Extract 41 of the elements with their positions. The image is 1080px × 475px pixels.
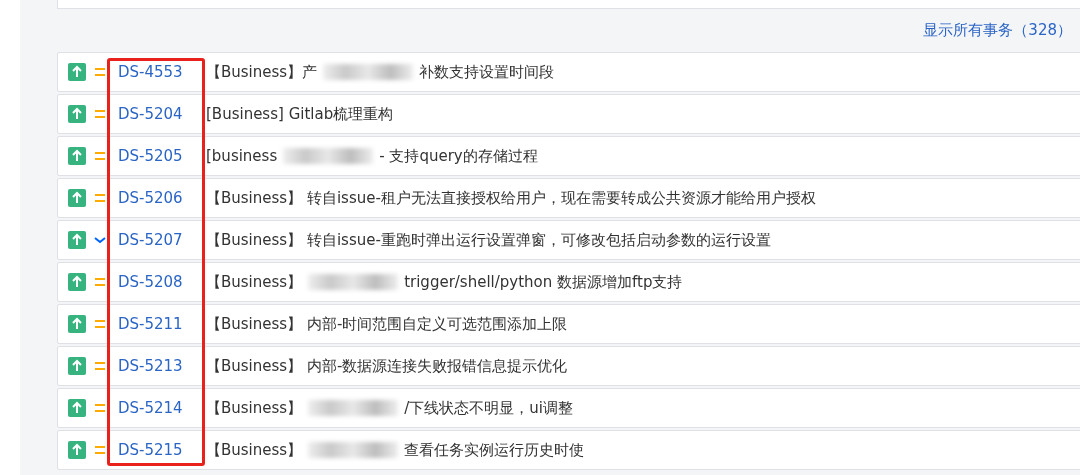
equals-icon — [94, 277, 106, 287]
issue-summary: [business - 支持query的存储过程 — [206, 146, 538, 166]
issue-key-link[interactable]: DS-5215 — [118, 441, 206, 459]
issue-summary: 【Business】 内部-数据源连接失败报错信息提示优化 — [206, 356, 568, 376]
issue-key-link[interactable]: DS-5207 — [118, 231, 206, 249]
issue-summary: 【Business】 /下线状态不明显，ui调整 — [206, 398, 573, 418]
issue-row[interactable]: DS-5215 【Business】 查看任务实例运行历史时使 — [57, 430, 1080, 470]
issue-key-link[interactable]: DS-5208 — [118, 273, 206, 291]
issue-summary: 【Business】产 补数支持设置时间段 — [206, 62, 555, 82]
equals-icon — [94, 151, 106, 161]
equals-icon — [94, 319, 106, 329]
issue-key-link[interactable]: DS-4553 — [118, 63, 206, 81]
issue-row[interactable]: DS-5213 【Business】 内部-数据源连接失败报错信息提示优化 — [57, 346, 1080, 386]
issue-key-link[interactable]: DS-5206 — [118, 189, 206, 207]
issue-summary: [Business] Gitlab梳理重构 — [206, 104, 394, 124]
issue-key-link[interactable]: DS-5204 — [118, 105, 206, 123]
equals-icon — [94, 193, 106, 203]
equals-icon — [94, 109, 106, 119]
issue-row[interactable]: DS-5211 【Business】 内部-时间范围自定义可选范围添加上限 — [57, 304, 1080, 344]
issue-key-link[interactable]: DS-5211 — [118, 315, 206, 333]
issue-summary: 【Business】 转自issue-租户无法直接授权给用户，现在需要转成公共资源才能给用户授权 — [206, 188, 816, 208]
issue-row[interactable]: DS-4553 【Business】产 补数支持设置时间段 — [57, 52, 1080, 92]
issue-row[interactable]: DS-5214 【Business】 /下线状态不明显，ui调整 — [57, 388, 1080, 428]
issue-key-link[interactable]: DS-5214 — [118, 399, 206, 417]
issue-row[interactable]: DS-5206 【Business】 转自issue-租户无法直接授权给用户，现在需要转成公共资源才能给用户授权 — [57, 178, 1080, 218]
issue-row[interactable]: DS-5208 【Business】 trigger/shell/python 数据源增加ftp支持 — [57, 262, 1080, 302]
issue-row[interactable]: DS-5207 【Business】 转自issue-重跑时弹出运行设置弹窗，可修改包括启动参数的运行设置 — [57, 220, 1080, 260]
issue-summary: 【Business】 内部-时间范围自定义可选范围添加上限 — [206, 314, 568, 334]
issue-summary: 【Business】 trigger/shell/python 数据源增加ftp支持 — [206, 272, 683, 292]
show-all-link[interactable]: 显示所有事务（328） — [923, 21, 1072, 42]
issue-key-link[interactable]: DS-5205 — [118, 147, 206, 165]
issue-row[interactable]: DS-5204 [Business] Gitlab梳理重构 — [57, 94, 1080, 134]
equals-icon — [94, 361, 106, 371]
issue-summary: 【Business】 转自issue-重跑时弹出运行设置弹窗，可修改包括启动参数的运行设置 — [206, 230, 771, 250]
equals-icon — [94, 445, 106, 455]
equals-icon — [94, 67, 106, 77]
issue-summary: 【Business】 查看任务实例运行历史时使 — [206, 440, 585, 460]
issue-row[interactable]: DS-5205 [business - 支持query的存储过程 — [57, 136, 1080, 176]
equals-icon — [94, 403, 106, 413]
chevron-down-icon — [94, 235, 106, 245]
issue-key-link[interactable]: DS-5213 — [118, 357, 206, 375]
